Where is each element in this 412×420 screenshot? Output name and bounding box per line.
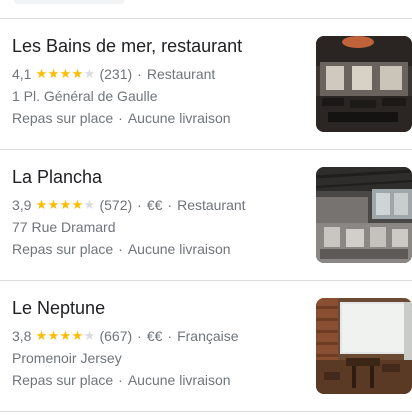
category: Française — [177, 328, 239, 344]
restaurant-interior-photo-icon — [316, 167, 412, 263]
star-empty-icon: ★ — [83, 66, 96, 81]
service-option: Aucune livraison — [127, 372, 231, 388]
star-icon: ★ — [47, 66, 60, 81]
star-rating: ★ ★ ★ ★ ★ — [35, 197, 96, 212]
place-name[interactable]: La Plancha — [12, 166, 102, 188]
service-option: Repas sur place — [12, 110, 114, 126]
place-photo[interactable] — [316, 167, 412, 263]
separator-dot: · — [118, 110, 123, 126]
review-count[interactable]: (231) — [99, 65, 132, 83]
rating-value: 3,8 — [12, 328, 32, 344]
star-empty-icon: ★ — [83, 197, 96, 212]
previous-item-edge — [0, 0, 412, 18]
star-icon: ★ — [47, 197, 60, 212]
address: 77 Rue Dramard — [12, 219, 116, 235]
service-option: Aucune livraison — [127, 241, 231, 257]
separator-dot: · — [137, 197, 142, 213]
review-count[interactable]: (572) — [99, 196, 132, 214]
star-rating: ★ ★ ★ ★ ★ — [35, 328, 96, 343]
result-card[interactable]: Le Neptune 3,8 ★ ★ ★ ★ ★ (667) · €€ · Fr… — [0, 281, 412, 411]
place-photo[interactable] — [316, 298, 412, 394]
place-name[interactable]: Les Bains de mer, restaurant — [12, 35, 242, 57]
previous-item-text-fragment — [14, 0, 124, 4]
separator-dot: · — [137, 328, 142, 344]
restaurant-interior-photo-icon — [316, 36, 412, 132]
divider — [0, 411, 412, 412]
star-icon: ★ — [59, 66, 72, 81]
result-card[interactable]: La Plancha 3,9 ★ ★ ★ ★ ★ (572) · €€ · Re… — [0, 150, 412, 280]
separator-dot: · — [137, 66, 142, 82]
result-card[interactable]: Les Bains de mer, restaurant 4,1 ★ ★ ★ ★… — [0, 19, 412, 149]
star-empty-icon: ★ — [83, 328, 96, 343]
place-name[interactable]: Le Neptune — [12, 297, 105, 319]
service-options: Repas sur place · Aucune livraison — [12, 240, 231, 258]
star-icon: ★ — [47, 328, 60, 343]
star-icon: ★ — [35, 328, 48, 343]
service-options: Repas sur place · Aucune livraison — [12, 109, 231, 127]
rating-row: 3,9 ★ ★ ★ ★ ★ (572) · €€ · Restaurant — [12, 196, 246, 214]
rating-row: 3,8 ★ ★ ★ ★ ★ (667) · €€ · Française — [12, 327, 239, 345]
star-icon: ★ — [59, 328, 72, 343]
category: Restaurant — [177, 197, 246, 213]
price-level: €€ — [146, 197, 163, 213]
separator-dot: · — [167, 197, 173, 213]
star-icon: ★ — [71, 66, 84, 81]
star-icon: ★ — [59, 197, 72, 212]
address: 1 Pl. Général de Gaulle — [12, 88, 158, 104]
star-icon: ★ — [71, 197, 84, 212]
service-options: Repas sur place · Aucune livraison — [12, 371, 231, 389]
price-level: €€ — [146, 328, 163, 344]
service-option: Repas sur place — [12, 241, 114, 257]
rating-value: 3,9 — [12, 197, 32, 213]
separator-dot: · — [118, 372, 123, 388]
address: Promenoir Jersey — [12, 350, 122, 366]
separator-dot: · — [167, 328, 173, 344]
service-option: Repas sur place — [12, 372, 114, 388]
star-icon: ★ — [71, 328, 84, 343]
category: Restaurant — [146, 66, 216, 82]
review-count[interactable]: (667) — [99, 327, 132, 345]
star-icon: ★ — [35, 197, 48, 212]
service-option: Aucune livraison — [127, 110, 231, 126]
star-icon: ★ — [35, 66, 48, 81]
star-rating: ★ ★ ★ ★ ★ — [35, 66, 96, 81]
rating-value: 4,1 — [12, 66, 32, 82]
restaurant-interior-photo-icon — [316, 298, 412, 394]
rating-row: 4,1 ★ ★ ★ ★ ★ (231) · Restaurant — [12, 65, 215, 83]
place-photo[interactable] — [316, 36, 412, 132]
separator-dot: · — [118, 241, 123, 257]
